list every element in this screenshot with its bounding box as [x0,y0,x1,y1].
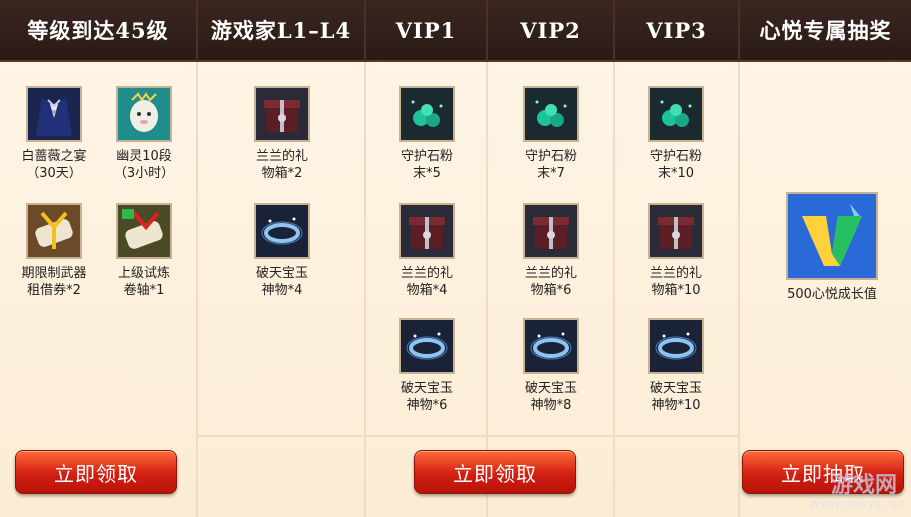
item-name: 破天宝玉 [400,381,453,396]
item-name: 兰兰的礼 [400,266,453,281]
item-qty: （30天） [26,166,82,181]
item-qty: 神物*6 [406,398,448,413]
ghost-icon [116,86,172,142]
reward-item: 上级试炼 卷轴*1 [94,203,194,299]
item-qty: 末*5 [413,166,441,181]
item-qty: 神物*10 [651,398,701,413]
item-qty: （3小时） [113,166,175,181]
item-name: 破天宝玉 [524,381,577,396]
reward-item: 幽灵10段 （3小时） [94,86,194,182]
reward-item: 守护石粉 末*10 [626,86,726,182]
header-vip1: VIP1 [366,0,486,62]
item-name: 破天宝玉 [649,381,702,396]
header-level45: 等级到达45级 [0,0,196,62]
reward-item: 破天宝玉 神物*8 [501,318,601,414]
gift-box-icon [254,86,310,142]
item-qty: 物箱*2 [261,166,303,181]
reward-item: 兰兰的礼 物箱*2 [232,86,332,182]
reward-item: 破天宝玉 神物*6 [377,318,477,414]
item-name: 兰兰的礼 [524,266,577,281]
item-name: 兰兰的礼 [255,149,308,164]
column-divider [613,0,615,517]
header-gamer: 游戏家L1–L4 [198,0,364,62]
item-name: 兰兰的礼 [649,266,702,281]
column-divider [486,0,488,517]
reward-item: 守护石粉 末*5 [377,86,477,182]
item-name: 白蔷薇之宴 [21,149,87,164]
gift-box-icon [399,203,455,259]
jade-ring-icon [648,318,704,374]
reward-item: 破天宝玉 神物*4 [232,203,332,299]
item-name: 破天宝玉 [255,266,308,281]
scroll-trial-icon [116,203,172,259]
reward-item: 兰兰的礼 物箱*10 [626,203,726,299]
reward-item: 期限制武器 租借券*2 [4,203,104,299]
header-vip3: VIP3 [615,0,738,62]
jade-ring-icon [523,318,579,374]
gem-powder-icon [523,86,579,142]
item-qty: 末*10 [657,166,695,181]
header-xinyue-draw: 心悦专属抽奖 [740,0,911,62]
scroll-weapon-icon [26,203,82,259]
item-qty: 物箱*6 [530,283,572,298]
item-qty: 神物*4 [261,283,303,298]
reward-panel: 等级到达45级 游戏家L1–L4 VIP1 VIP2 VIP3 心悦专属抽奖 白… [0,0,911,517]
item-qty: 物箱*4 [406,283,448,298]
gift-box-icon [523,203,579,259]
jade-ring-icon [254,203,310,259]
row-divider [197,435,739,437]
item-name: 上级试炼 [117,266,170,281]
claim-button-level45[interactable]: 立即领取 [15,450,177,494]
column-divider [196,0,198,517]
vip-growth-icon [786,192,878,280]
item-qty: 神物*8 [530,398,572,413]
gem-powder-icon [648,86,704,142]
item-qty: 物箱*10 [651,283,701,298]
suit-icon [26,86,82,142]
reward-item: 500心悦成长值 [770,192,894,303]
item-name: 守护石粉 [649,149,702,164]
item-qty: 卷轴*1 [123,283,165,298]
reward-item: 守护石粉 末*7 [501,86,601,182]
reward-item: 兰兰的礼 物箱*6 [501,203,601,299]
claim-button-vip[interactable]: 立即领取 [414,450,576,494]
column-divider [738,0,740,517]
item-name: 守护石粉 [524,149,577,164]
reward-item: 白蔷薇之宴 （30天） [4,86,104,182]
jade-ring-icon [399,318,455,374]
item-name: 500心悦成长值 [787,287,877,302]
reward-item: 兰兰的礼 物箱*4 [377,203,477,299]
item-name: 幽灵10段 [116,149,172,164]
reward-item: 破天宝玉 神物*10 [626,318,726,414]
gem-powder-icon [399,86,455,142]
item-name: 期限制武器 [21,266,87,281]
watermark-url: www.newyx.net [810,497,905,511]
item-qty: 末*7 [537,166,565,181]
watermark-logo: 游戏网 [830,472,897,498]
item-name: 守护石粉 [400,149,453,164]
item-qty: 租借券*2 [27,283,81,298]
gift-box-icon [648,203,704,259]
header-vip2: VIP2 [488,0,613,62]
column-divider [364,0,366,517]
